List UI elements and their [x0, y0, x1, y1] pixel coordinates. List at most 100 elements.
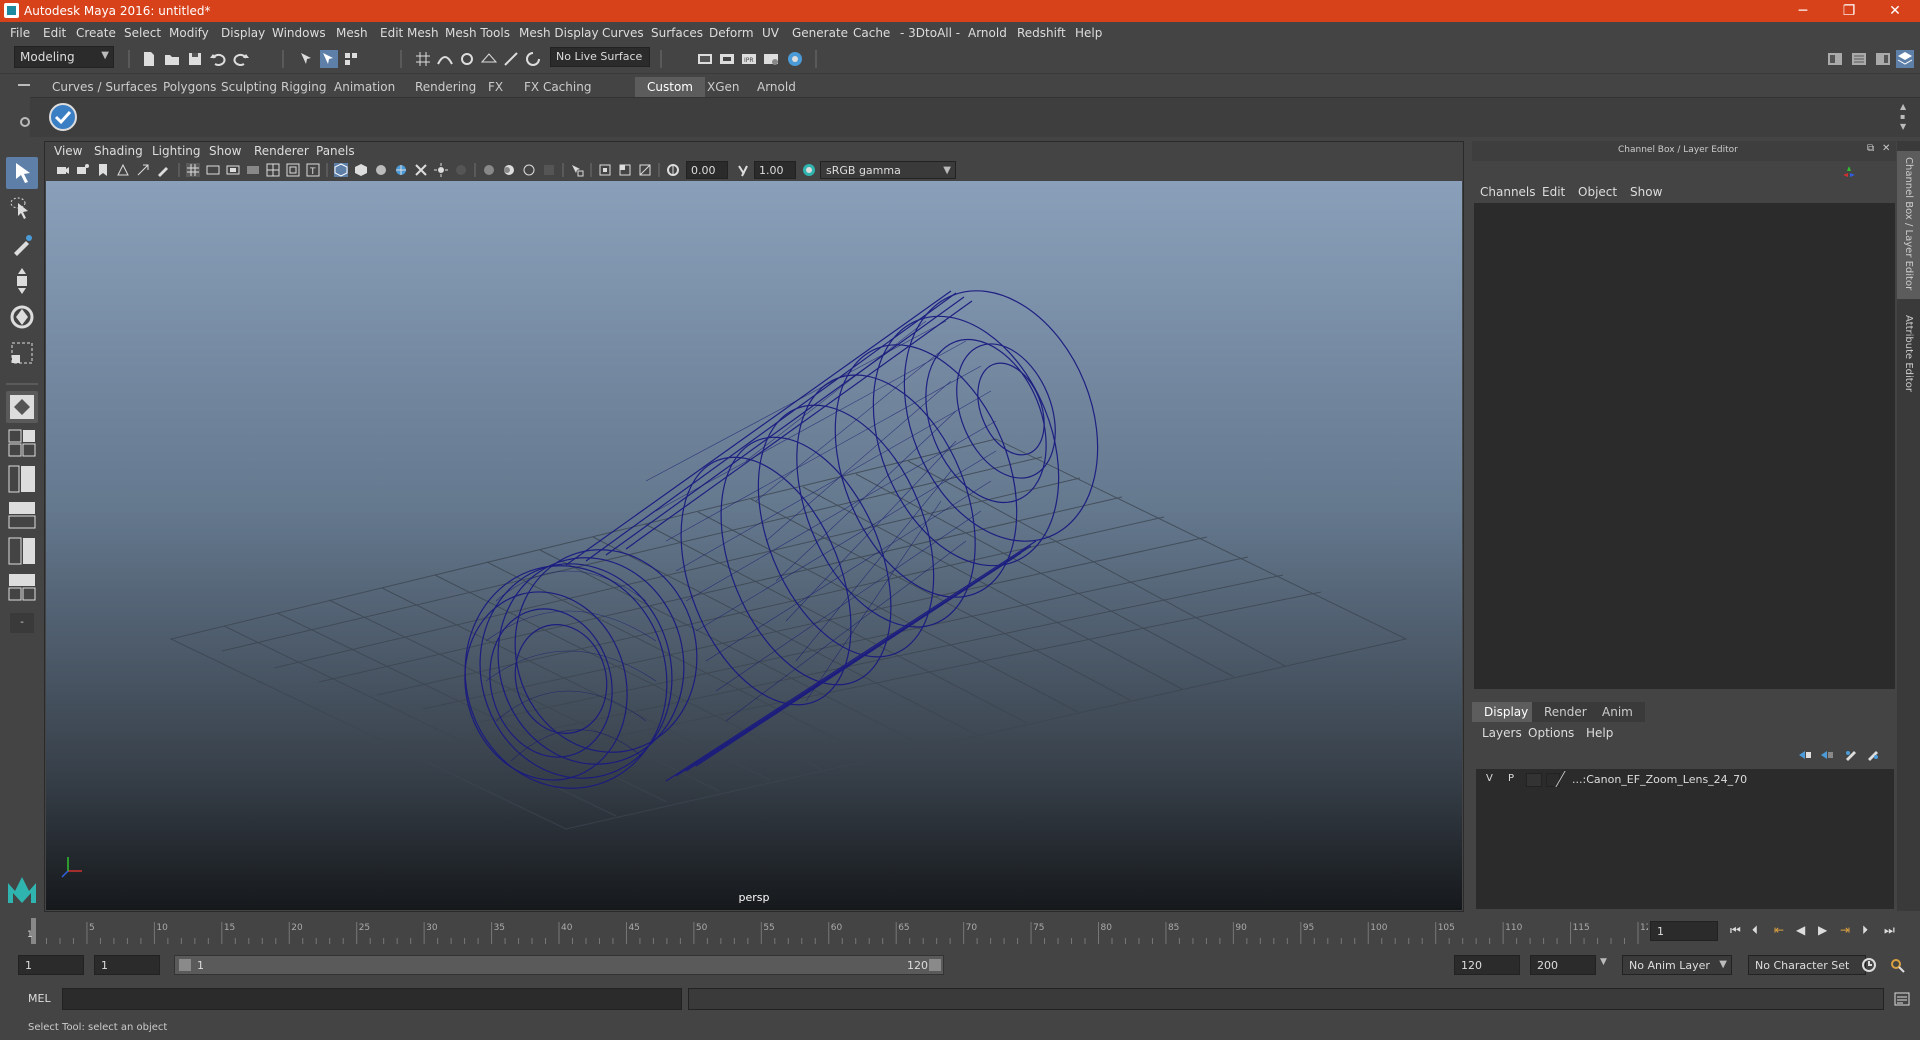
layer-playback-toggle[interactable]: P — [1508, 773, 1514, 784]
grid-toggle-icon[interactable] — [186, 163, 200, 177]
range-start-handle[interactable] — [179, 959, 191, 971]
cb-menu-show[interactable]: Show — [1630, 185, 1662, 199]
undo-icon[interactable] — [209, 50, 227, 68]
hypershade-layout-icon[interactable] — [6, 535, 38, 567]
color-space-dropdown[interactable]: sRGB gamma ▼ — [820, 161, 956, 179]
play-backwards-icon[interactable]: ◀ — [1796, 923, 1805, 937]
snap-view-plane-icon[interactable] — [480, 50, 498, 68]
menu-select[interactable]: Select — [124, 26, 161, 40]
screen-space-ao-icon[interactable] — [482, 163, 496, 177]
persp-outliner-layout-icon[interactable] — [6, 463, 38, 495]
persp-graph-layout-icon[interactable] — [6, 499, 38, 531]
four-view-layout-icon[interactable] — [6, 427, 38, 459]
new-layer-icon[interactable] — [1844, 749, 1858, 761]
paint-select-tool-icon[interactable] — [6, 229, 38, 261]
close-panel-icon[interactable]: ✕ — [1882, 143, 1890, 154]
animation-preferences-icon[interactable] — [1888, 956, 1906, 974]
select-tool-icon[interactable] — [6, 157, 38, 189]
gamma-icon[interactable] — [736, 163, 750, 177]
make-live-icon[interactable] — [524, 50, 542, 68]
render-settings-icon[interactable] — [762, 50, 780, 68]
modeling-toolkit-icon[interactable] — [1826, 50, 1844, 68]
step-back-frame-icon[interactable]: ⏴ — [1752, 923, 1758, 938]
select-hierarchy-icon[interactable] — [298, 50, 316, 68]
vp-menu-lighting[interactable]: Lighting — [152, 144, 201, 158]
perspective-viewport[interactable]: persp — [46, 181, 1462, 910]
scale-tool-icon[interactable] — [6, 337, 38, 369]
menu-generate[interactable]: Generate — [792, 26, 848, 40]
playback-start-field[interactable]: 1 — [94, 955, 160, 975]
custom-shelf-checkmark-icon[interactable] — [48, 102, 78, 132]
wireframe-on-shaded-icon[interactable] — [394, 163, 408, 177]
menu-curves[interactable]: Curves — [602, 26, 644, 40]
redo-icon[interactable] — [232, 50, 250, 68]
side-tab-channel-box[interactable]: Channel Box / Layer Editor — [1897, 151, 1920, 299]
default-material-icon[interactable] — [374, 163, 388, 177]
command-input[interactable] — [62, 988, 682, 1010]
film-gate-icon[interactable] — [206, 163, 220, 177]
exposure-icon[interactable] — [666, 163, 680, 177]
uv-layout-icon[interactable] — [6, 571, 38, 603]
color-management-icon[interactable] — [802, 163, 816, 177]
tool-settings-toggle-icon[interactable] — [1874, 50, 1892, 68]
layer-display-type-toggle[interactable] — [1526, 773, 1542, 787]
menu-help[interactable]: Help — [1075, 26, 1102, 40]
menu-modify[interactable]: Modify — [169, 26, 209, 40]
tab-render[interactable]: Render — [1532, 702, 1599, 722]
exposure-field[interactable]: 0.00 — [686, 161, 728, 179]
vp-menu-panels[interactable]: Panels — [316, 144, 355, 158]
use-all-lights-icon[interactable] — [434, 163, 448, 177]
gamma-field[interactable]: 1.00 — [754, 161, 796, 179]
channel-list-area[interactable] — [1474, 203, 1895, 689]
snap-grid-icon[interactable] — [414, 50, 432, 68]
image-plane-icon[interactable] — [116, 163, 130, 177]
vp-menu-view[interactable]: View — [54, 144, 82, 158]
tab-display[interactable]: Display — [1472, 702, 1541, 722]
safe-title-icon[interactable]: T — [306, 163, 320, 177]
smooth-shade-icon[interactable] — [354, 163, 368, 177]
script-editor-icon[interactable] — [1894, 991, 1910, 1007]
channel-box-toggle-icon[interactable] — [1896, 50, 1914, 68]
minimize-button[interactable]: ─ — [1780, 0, 1826, 22]
menu-mesh-display[interactable]: Mesh Display — [519, 26, 599, 40]
move-layer-down-icon[interactable] — [1820, 749, 1834, 761]
mode-dropdown[interactable]: Modeling ▼ — [14, 46, 114, 68]
shelf-tab-fx-caching[interactable]: FX Caching — [512, 77, 603, 97]
xray-active-components-icon[interactable] — [618, 163, 632, 177]
shelf-settings-gear-icon[interactable] — [20, 117, 30, 127]
tab-anim[interactable]: Anim — [1590, 702, 1645, 722]
new-layer-selected-icon[interactable] — [1866, 749, 1880, 761]
layer-name[interactable]: ...:Canon_EF_Zoom_Lens_24_70 — [1572, 773, 1747, 786]
float-panel-icon[interactable]: ⧉ — [1867, 143, 1874, 154]
snap-live-icon[interactable] — [502, 50, 520, 68]
layer-visibility-toggle[interactable]: V — [1486, 773, 1493, 784]
gate-mask-icon[interactable] — [246, 163, 260, 177]
shadows-icon[interactable] — [454, 163, 468, 177]
cb-menu-edit[interactable]: Edit — [1542, 185, 1565, 199]
menu-cache[interactable]: Cache — [853, 26, 890, 40]
vp-menu-show[interactable]: Show — [209, 144, 241, 158]
layer-menu-help[interactable]: Help — [1586, 726, 1613, 740]
play-forwards-icon[interactable]: ▶ — [1818, 923, 1827, 937]
single-perspective-layout-icon[interactable] — [6, 391, 38, 423]
attribute-editor-toggle-icon[interactable] — [1850, 50, 1868, 68]
restore-button[interactable]: ❐ — [1826, 0, 1872, 22]
current-frame-field[interactable]: 1 — [1650, 921, 1718, 941]
channel-box-options-icon[interactable] — [1842, 165, 1856, 179]
menu-mesh[interactable]: Mesh — [336, 26, 368, 40]
more-layouts-button[interactable]: - — [10, 613, 34, 633]
rotate-tool-icon[interactable] — [6, 301, 38, 333]
move-layer-up-icon[interactable] — [1798, 749, 1812, 761]
live-surface-field[interactable]: No Live Surface — [550, 47, 650, 67]
render-frame-icon[interactable] — [718, 50, 736, 68]
shelf-tab-arnold[interactable]: Arnold — [745, 77, 808, 97]
snap-point-icon[interactable] — [458, 50, 476, 68]
camera-select-icon[interactable] — [56, 163, 70, 177]
lasso-tool-icon[interactable] — [6, 193, 38, 225]
menu-display[interactable]: Display — [221, 26, 265, 40]
layer-menu-layers[interactable]: Layers — [1482, 726, 1522, 740]
step-forward-key-icon[interactable]: ⇥ — [1840, 923, 1850, 937]
xray-joints-icon[interactable] — [598, 163, 612, 177]
step-back-key-icon[interactable]: ⇤ — [1774, 923, 1784, 937]
select-object-icon[interactable] — [320, 50, 338, 68]
